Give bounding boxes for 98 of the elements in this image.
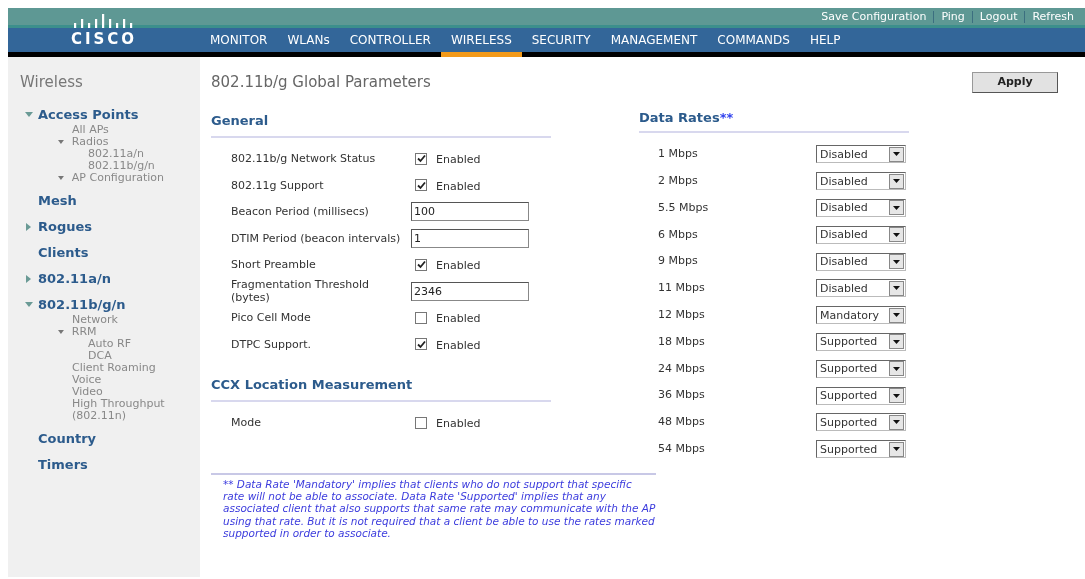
- rate-label: 12 Mbps: [657, 306, 706, 323]
- text-field[interactable]: 100: [411, 202, 529, 222]
- page-title: 802.11b/g Global Parameters: [211, 72, 431, 93]
- top-link[interactable]: Save Configuration: [814, 10, 934, 23]
- sidebar-item[interactable]: Mesh: [38, 191, 77, 210]
- rate-dropdown[interactable]: Disabled: [816, 279, 906, 298]
- sidebar-item[interactable]: Timers: [38, 455, 88, 474]
- menu-tab[interactable]: MANAGEMENT: [600, 31, 708, 57]
- field-label: Pico Cell Mode: [230, 311, 312, 325]
- sidebar-title: Wireless: [20, 72, 84, 93]
- check-icon: [416, 180, 426, 190]
- expanded-arrow-icon[interactable]: [25, 110, 33, 119]
- text-field[interactable]: 1: [411, 228, 529, 248]
- sidebar-item[interactable]: 802.11a/n: [88, 147, 200, 160]
- sidebar-item[interactable]: AP Configuration: [71, 171, 200, 184]
- option-label: Enabled: [436, 152, 481, 168]
- footnote-marker: **: [719, 108, 734, 127]
- top-link[interactable]: Logout: [971, 10, 1025, 23]
- menu-tab[interactable]: SECURITY: [521, 31, 601, 57]
- rate-label: 9 Mbps: [657, 253, 699, 270]
- field-label: Mode: [230, 416, 262, 430]
- option-label: Enabled: [436, 258, 481, 274]
- check-icon: [416, 260, 426, 270]
- checkbox[interactable]: [415, 258, 427, 271]
- checkbox[interactable]: [415, 179, 427, 192]
- field-label: Fragmentation Threshold (bytes): [230, 278, 371, 305]
- option-label: Enabled: [436, 311, 481, 327]
- rate-dropdown[interactable]: Supported: [816, 359, 906, 378]
- rate-dropdown[interactable]: Disabled: [816, 145, 906, 164]
- sidebar-item[interactable]: DCA: [88, 349, 200, 362]
- menu-tab[interactable]: CONTROLLER: [339, 31, 441, 57]
- rate-label: 24 Mbps: [657, 360, 706, 377]
- sidebar-item[interactable]: Rogues: [38, 217, 93, 236]
- option-label: Enabled: [436, 337, 481, 354]
- check-icon: [416, 154, 426, 164]
- checkbox[interactable]: [415, 152, 427, 165]
- rate-dropdown[interactable]: Disabled: [816, 172, 906, 191]
- sidebar-item[interactable]: 802.11a/n: [38, 269, 111, 288]
- sidebar-item[interactable]: Network: [72, 313, 200, 326]
- sidebar-item[interactable]: Auto RF: [88, 337, 200, 350]
- sidebar-item[interactable]: Clients: [38, 243, 89, 262]
- rate-dropdown[interactable]: Mandatory: [816, 306, 906, 325]
- sidebar-item[interactable]: 802.11b/g/n: [38, 295, 126, 314]
- rate-label: 48 Mbps: [657, 414, 706, 431]
- apply-button[interactable]: Apply: [972, 71, 1058, 93]
- rate-label: 5.5 Mbps: [657, 199, 710, 216]
- field-label: 802.11g Support: [230, 178, 325, 192]
- rate-dropdown[interactable]: Disabled: [816, 225, 906, 244]
- rate-dropdown[interactable]: Disabled: [816, 199, 906, 217]
- collapsed-arrow-icon[interactable]: [25, 274, 33, 283]
- sidebar-item[interactable]: Client Roaming: [72, 361, 200, 374]
- rate-label: 6 Mbps: [657, 226, 699, 243]
- menu-tab[interactable]: WIRELESS: [440, 31, 522, 57]
- top-link[interactable]: Refresh: [1024, 10, 1081, 23]
- footnote-text: ** Data Rate 'Mandatory' implies that clients who do not support that specific rate will not be able to associate. Data Rate 'Supported' implies that any associated client that also supports that same rate may communicate with the AP using that rate. But it is not required that a client be able to use the rates marked supported in order to associate.: [223, 477, 656, 540]
- field-label: Beacon Period (millisecs): [230, 205, 370, 219]
- rate-dropdown[interactable]: Supported: [816, 332, 906, 351]
- checkbox[interactable]: [415, 311, 427, 324]
- field-label: DTIM Period (beacon intervals): [230, 231, 402, 245]
- rate-label: 1 Mbps: [657, 146, 699, 163]
- menu-tab[interactable]: HELP: [799, 31, 851, 57]
- field-label: 802.11b/g Network Status: [230, 152, 377, 166]
- menu-tab[interactable]: WLANs: [277, 31, 340, 57]
- text-field[interactable]: 2346: [411, 281, 529, 301]
- checkbox[interactable]: [415, 416, 427, 429]
- section-title: Data Rates: [639, 108, 720, 127]
- sidebar-item[interactable]: Video: [72, 385, 200, 398]
- sidebar-item[interactable]: High Throughput (802.11n): [72, 397, 200, 422]
- rate-label: 2 Mbps: [657, 172, 699, 189]
- rate-label: 18 Mbps: [657, 333, 706, 350]
- sidebar-item[interactable]: 802.11b/g/n: [88, 159, 200, 172]
- option-label: Enabled: [436, 178, 481, 195]
- menu-tab[interactable]: MONITOR: [200, 31, 278, 57]
- option-label: Enabled: [436, 416, 481, 432]
- field-label: Short Preamble: [230, 258, 317, 272]
- field-label: DTPC Support.: [230, 337, 312, 351]
- section-title: General: [211, 112, 269, 128]
- rate-label: 54 Mbps: [657, 440, 706, 457]
- rate-label: 11 Mbps: [657, 280, 706, 297]
- checkbox[interactable]: [415, 338, 427, 351]
- menu-tab[interactable]: COMMANDS: [707, 31, 800, 57]
- check-icon: [416, 339, 426, 349]
- rate-dropdown[interactable]: Supported: [816, 413, 906, 432]
- rate-dropdown[interactable]: Supported: [816, 440, 906, 459]
- top-link[interactable]: Ping: [933, 10, 972, 23]
- sidebar-item[interactable]: Access Points: [38, 105, 139, 124]
- sidebar-item[interactable]: Country: [38, 429, 97, 448]
- sidebar-item[interactable]: RRM: [71, 325, 200, 338]
- logo-text: CISCO: [70, 32, 138, 47]
- sidebar-item[interactable]: All APs: [72, 123, 200, 136]
- expanded-arrow-icon[interactable]: [25, 300, 33, 309]
- rate-dropdown[interactable]: Supported: [816, 386, 906, 405]
- rate-dropdown[interactable]: Disabled: [816, 252, 906, 271]
- sidebar-item[interactable]: Voice: [72, 373, 200, 386]
- rate-label: 36 Mbps: [657, 387, 706, 404]
- collapsed-arrow-icon[interactable]: [25, 222, 33, 231]
- section-title: CCX Location Measurement: [211, 376, 413, 392]
- sidebar-item[interactable]: Radios: [71, 135, 200, 148]
